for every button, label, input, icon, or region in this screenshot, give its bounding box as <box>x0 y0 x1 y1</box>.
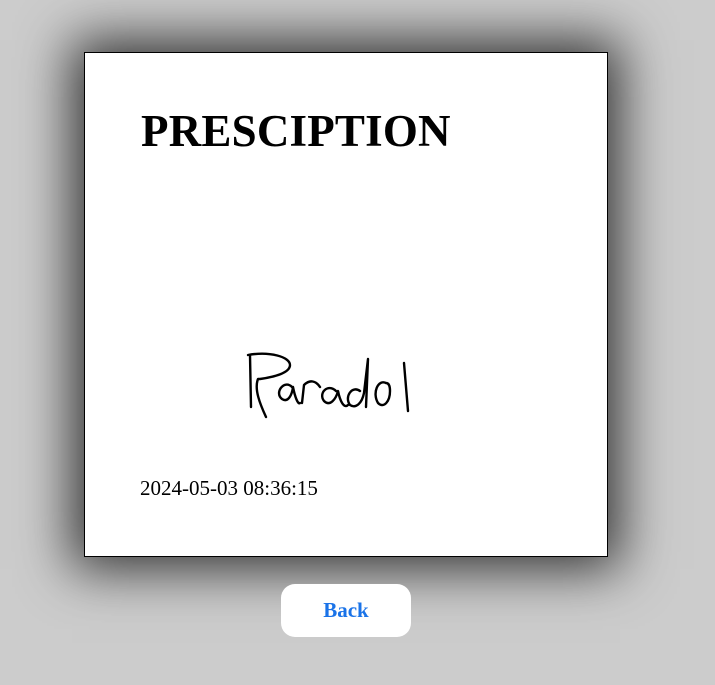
back-button[interactable]: Back <box>281 584 411 637</box>
prescription-title: PRESCIPTION <box>141 106 451 156</box>
page: PRESCIPTION 2024-05-03 08:36:15 Back <box>0 0 715 685</box>
prescription-timestamp: 2024-05-03 08:36:15 <box>140 476 318 500</box>
handwritten-signature <box>240 349 430 429</box>
signature-drawing <box>246 352 410 419</box>
prescription-card: PRESCIPTION 2024-05-03 08:36:15 <box>84 52 608 557</box>
